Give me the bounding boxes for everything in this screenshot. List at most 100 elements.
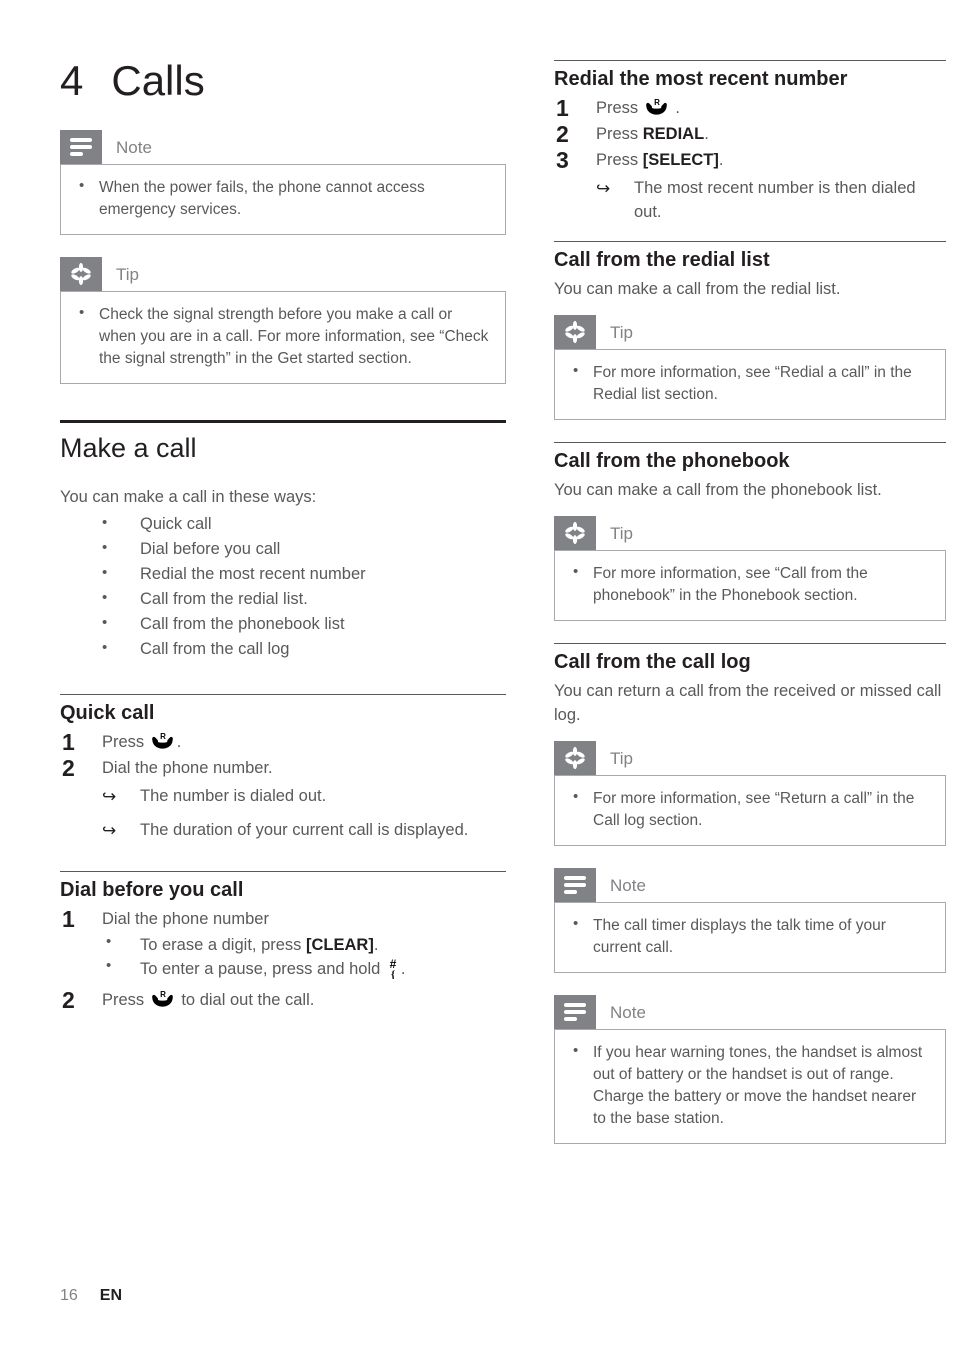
section-call-log: Call from the call log You can return a … bbox=[554, 643, 946, 1145]
step: 1 Dial the phone number To erase a digit… bbox=[60, 905, 506, 982]
tip-badge bbox=[554, 315, 596, 350]
callout-item: For more information, see “Return a call… bbox=[569, 786, 931, 832]
subsection-heading: Quick call bbox=[60, 702, 155, 724]
list-item: Call from the phonebook list bbox=[60, 612, 506, 637]
subsection-heading: Call from the phonebook bbox=[554, 450, 790, 473]
substep-before: To enter a pause, press and hold bbox=[140, 960, 385, 979]
callout-item: For more information, see “Call from the… bbox=[569, 561, 931, 607]
step-text: Dial the phone number bbox=[102, 909, 269, 928]
manual-page: 4 Calls Note When the power fails, the p… bbox=[0, 0, 954, 1349]
list-item: Quick call bbox=[60, 512, 506, 537]
section-rule-thin bbox=[554, 240, 946, 242]
step-results: The number is dialed out. The duration o… bbox=[102, 785, 506, 843]
callout-label: Tip bbox=[610, 748, 633, 768]
step-number: 1 bbox=[62, 905, 75, 932]
result-item: The number is dialed out. bbox=[102, 785, 506, 810]
callout-body: For more information, see “Return a call… bbox=[554, 775, 946, 847]
step-text-after: . bbox=[176, 733, 182, 751]
step-text: Press R. bbox=[102, 732, 182, 751]
callout-header: Tip bbox=[554, 741, 946, 776]
section-heading: Make a call bbox=[60, 433, 197, 463]
substep-item: To enter a pause, press and hold #{. bbox=[102, 955, 506, 981]
step-text: Press R . bbox=[596, 98, 680, 117]
handset-call-icon: R bbox=[150, 732, 176, 750]
section-intro: You can make a call in these ways: bbox=[60, 488, 317, 507]
callout-label: Note bbox=[610, 875, 646, 895]
section-make-a-call: Make a call You can make a call in these… bbox=[60, 420, 506, 662]
step-text: Press R to dial out the call. bbox=[102, 990, 315, 1010]
section-rule-thin bbox=[554, 442, 946, 444]
section-rule-thick bbox=[60, 420, 506, 423]
substep-after: . bbox=[400, 960, 406, 979]
step-text-after: . bbox=[718, 150, 724, 169]
callout-tip-call-log: Tip For more information, see “Return a … bbox=[554, 741, 946, 847]
step-number: 2 bbox=[62, 987, 75, 1014]
callout-body: For more information, see “Redial a call… bbox=[554, 349, 946, 421]
section-intro: You can return a call from the received … bbox=[554, 682, 942, 724]
handset-call-icon: R bbox=[644, 98, 670, 116]
note-badge bbox=[60, 130, 102, 164]
handset-call-icon: R bbox=[150, 990, 176, 1008]
note-lines-icon bbox=[564, 876, 586, 895]
key-label: [SELECT] bbox=[642, 150, 719, 169]
note-lines-icon bbox=[564, 1003, 586, 1022]
step-text-after: . bbox=[670, 99, 680, 117]
step-results: The most recent number is then dialed ou… bbox=[596, 177, 946, 225]
step: 1 Press R. bbox=[60, 729, 506, 755]
step: 3 Press [SELECT]. The most recent number… bbox=[554, 147, 946, 225]
callout-item: The call timer displays the talk time of… bbox=[569, 913, 931, 959]
callout-item: Check the signal strength before you mak… bbox=[75, 302, 491, 370]
step-text: Press REDIAL. bbox=[596, 125, 709, 143]
callout-body: For more information, see “Call from the… bbox=[554, 550, 946, 622]
key-label: REDIAL bbox=[642, 124, 705, 143]
substep-before: To erase a digit, press bbox=[140, 935, 306, 954]
callout-header: Note bbox=[554, 995, 946, 1030]
callout-label: Note bbox=[116, 137, 152, 157]
result-item: The most recent number is then dialed ou… bbox=[596, 177, 946, 225]
callout-tip-signal-strength: Tip Check the signal strength before you… bbox=[60, 257, 506, 384]
callout-header: Note bbox=[60, 130, 506, 164]
callout-label: Note bbox=[610, 1002, 646, 1022]
tip-asterisk-icon bbox=[565, 522, 585, 545]
callout-body: The call timer displays the talk time of… bbox=[554, 902, 946, 974]
step: 2 Press R to dial out the call. bbox=[60, 987, 506, 1014]
callout-header: Note bbox=[554, 868, 946, 903]
left-column: 4 Calls Note When the power fails, the p… bbox=[60, 0, 506, 1250]
callout-label: Tip bbox=[610, 523, 633, 543]
note-badge bbox=[554, 995, 596, 1030]
step: 2 Dial the phone number. The number is d… bbox=[60, 755, 506, 843]
svg-text:R: R bbox=[160, 991, 166, 999]
chapter-title: Calls bbox=[111, 57, 205, 104]
tip-badge bbox=[60, 257, 102, 291]
redial-steps: 1 Press R . 2 Press REDIAL. 3 Press [SEL… bbox=[554, 95, 946, 225]
callout-item: For more information, see “Redial a call… bbox=[569, 360, 931, 406]
subsection-heading: Redial the most recent number bbox=[554, 68, 848, 90]
section-quick-call: Quick call 1 Press R. 2 Dial the phone n… bbox=[60, 694, 506, 843]
section-dial-before-you-call: Dial before you call 1 Dial the phone nu… bbox=[60, 870, 506, 1014]
chapter-number: 4 bbox=[60, 57, 84, 104]
svg-text:{: { bbox=[391, 969, 395, 979]
right-column: Redial the most recent number 1 Press R … bbox=[554, 0, 946, 1250]
callout-body: Check the signal strength before you mak… bbox=[60, 291, 506, 384]
section-redial-most-recent: Redial the most recent number 1 Press R … bbox=[554, 60, 946, 225]
step-text-after: to dial out the call. bbox=[176, 991, 315, 1010]
list-item: Dial before you call bbox=[60, 537, 506, 562]
section-rule-thin bbox=[60, 870, 506, 872]
quick-call-steps: 1 Press R. 2 Dial the phone number. The … bbox=[60, 729, 506, 843]
callout-header: Tip bbox=[554, 516, 946, 551]
dial-before-steps: 1 Dial the phone number To erase a digit… bbox=[60, 905, 506, 1014]
callout-header: Tip bbox=[554, 315, 946, 350]
page-footer: 16 EN bbox=[60, 1287, 122, 1305]
substep-item: To erase a digit, press [CLEAR]. bbox=[102, 931, 506, 957]
subsection-heading: Call from the redial list bbox=[554, 248, 770, 271]
result-item: The duration of your current call is dis… bbox=[102, 819, 506, 844]
section-intro: You can make a call from the phonebook l… bbox=[554, 481, 882, 500]
callout-note-warning-tones: Note If you hear warning tones, the hand… bbox=[554, 995, 946, 1145]
step-text-after: . bbox=[704, 124, 709, 143]
callout-label: Tip bbox=[116, 264, 139, 284]
subsection-heading: Dial before you call bbox=[60, 878, 244, 901]
list-item: Redial the most recent number bbox=[60, 562, 506, 587]
language-code: EN bbox=[99, 1287, 123, 1304]
section-call-redial-list: Call from the redial list You can make a… bbox=[554, 240, 946, 421]
hash-pause-icon: #{ bbox=[386, 957, 400, 981]
